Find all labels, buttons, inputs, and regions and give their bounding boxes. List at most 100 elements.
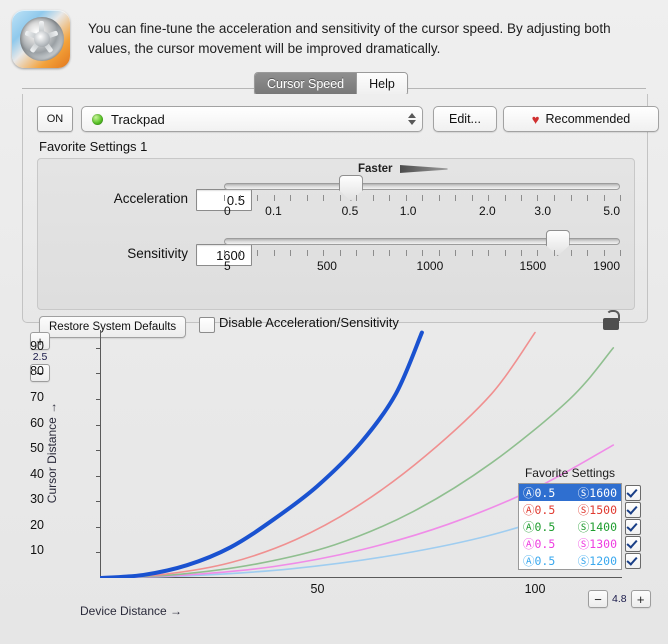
slider-tick [438,250,440,256]
acceleration-ticks [224,195,621,202]
slider-tick [256,195,258,201]
slider-group: Faster Acceleration 0.5 0 0.1 0.5 1.0 2.0 3.0… [37,158,635,310]
slider-tick [455,250,456,256]
slider-tick-label: 500 [316,259,337,273]
slider-tick [521,195,522,201]
acceleration-label: Acceleration [113,191,188,206]
legend-row[interactable]: Ⓐ0.5 Ⓢ1400 [519,518,641,535]
x-zoom-out-button[interactable]: − [588,590,608,608]
recommended-button[interactable]: ♥ Recommended ? [503,106,659,132]
acceleration-track[interactable] [224,183,620,190]
legend-row[interactable]: Ⓐ0.5 Ⓢ1300 [519,535,641,552]
favorite-settings-group-label: Favorite Settings 1 [39,139,148,154]
slider-tick [405,195,407,201]
device-toolbar: ON Trackpad Edit... ♥ Recommended ? [37,106,659,132]
cursor-curve-graph: + 2.5 − Cursor Distance → Device Distanc… [22,326,651,626]
legend-row[interactable]: Ⓐ0.5 Ⓢ1500 [519,501,641,518]
slider-tick [372,195,374,201]
legend-entry[interactable]: Ⓐ0.5 Ⓢ1200 [519,552,621,569]
turbine-hub [34,31,50,47]
slider-tick [438,195,440,201]
edit-button[interactable]: Edit... [433,106,497,132]
legend-checkbox[interactable] [625,502,641,518]
legend-sensitivity: Ⓢ1500 [577,502,617,517]
legend-acceleration: Ⓐ0.5 [523,485,556,500]
acceleration-tick-labels: 0 0.1 0.5 1.0 2.0 3.0 5.0 [224,204,620,220]
slider-tick [504,250,506,256]
legend-checkbox[interactable] [625,519,641,535]
legend-entry[interactable]: Ⓐ0.5 Ⓢ1600 [519,484,621,501]
legend-rows: Ⓐ0.5 Ⓢ1600 Ⓐ0.5 Ⓢ1500 Ⓐ0.5 Ⓢ1400 Ⓐ0.5 Ⓢ1300 Ⓐ0.5… [518,483,641,570]
slider-tick-label: 1500 [519,259,547,273]
slider-tick [537,195,539,201]
legend: Favorite Settings Ⓐ0.5 Ⓢ1600 Ⓐ0.5 Ⓢ1500 Ⓐ0.5… [518,466,642,570]
tab-help[interactable]: Help [356,73,407,95]
sensitivity-tick-labels: 5 500 1000 1500 1900 [224,259,620,275]
slider-tick-label: 1000 [416,259,444,273]
y-tick-label: 30 [30,492,44,507]
slider-tick [455,195,456,201]
slider-tick [306,250,308,256]
slider-tick [355,250,357,256]
turbine-app-icon [12,10,70,68]
acceleration-slider[interactable]: 0 0.1 0.5 1.0 2.0 3.0 5.0 [224,175,621,225]
slider-tick [471,195,473,201]
legend-checkbox[interactable] [625,485,641,501]
sensitivity-slider[interactable]: 5 500 1000 1500 1900 [224,230,621,280]
settings-panel: ON Trackpad Edit... ♥ Recommended ? Favo… [22,94,659,338]
legend-row[interactable]: Ⓐ0.5 Ⓢ1200 [519,552,641,569]
heart-icon: ♥ [531,111,540,127]
slider-tick [422,250,423,256]
legend-checkbox[interactable] [625,536,641,552]
slider-tick [224,195,225,201]
faster-label: Faster [358,163,393,175]
slider-tick [273,250,275,256]
tab-cursor-speed[interactable]: Cursor Speed [255,73,357,95]
curve-1600 [100,330,424,578]
slider-tick [487,195,489,201]
legend-entry[interactable]: Ⓐ0.5 Ⓢ1300 [519,535,621,552]
y-tick-label: 10 [30,543,44,558]
on-toggle-button[interactable]: ON [37,106,73,132]
status-led-icon [92,113,103,125]
legend-acceleration: Ⓐ0.5 [523,502,556,517]
slider-tick-label: 0.5 [341,204,359,218]
slider-tick-label: 5.0 [603,204,620,218]
y-tick-label: 40 [30,466,44,481]
slider-tick [323,250,324,256]
legend-acceleration: Ⓐ0.5 [523,536,556,551]
device-select[interactable]: Trackpad [81,106,423,132]
legend-acceleration: Ⓐ0.5 [523,519,556,534]
slider-tick [471,250,473,256]
header-description: You can fine-tune the acceleration and s… [88,21,611,56]
slider-tick [240,250,242,256]
recommended-label: Recommended [545,112,631,126]
slider-tick [355,195,357,201]
device-select-value: Trackpad [111,111,165,127]
curve-1500 [100,331,536,578]
slider-tick [389,250,390,256]
slider-tick [587,195,588,201]
slider-tick [537,250,539,256]
y-tick-label: 50 [30,441,44,456]
slider-tick-label: 5 [224,259,231,273]
slider-tick-label: 2.0 [478,204,496,218]
legend-checkbox[interactable] [625,553,641,569]
slider-tick [570,250,572,256]
faster-indicator: Faster [358,163,448,175]
legend-title: Favorite Settings [524,466,616,480]
sensitivity-ticks [224,250,621,257]
x-axis-label: Device Distance → [80,604,182,618]
x-tick-label: 100 [524,582,546,596]
legend-entry[interactable]: Ⓐ0.5 Ⓢ1500 [519,501,621,518]
slider-tick [422,195,423,201]
cursor-speed-preference-pane: You can fine-tune the acceleration and s… [0,0,668,644]
slider-tick [620,250,621,256]
slider-tick [603,250,605,256]
faster-arrow-icon [399,165,448,173]
x-zoom-in-button[interactable]: + [630,590,651,608]
slider-tick [389,195,390,201]
legend-entry[interactable]: Ⓐ0.5 Ⓢ1400 [519,518,621,535]
y-tick-label: 70 [30,390,44,405]
legend-row[interactable]: Ⓐ0.5 Ⓢ1600 [519,484,641,501]
